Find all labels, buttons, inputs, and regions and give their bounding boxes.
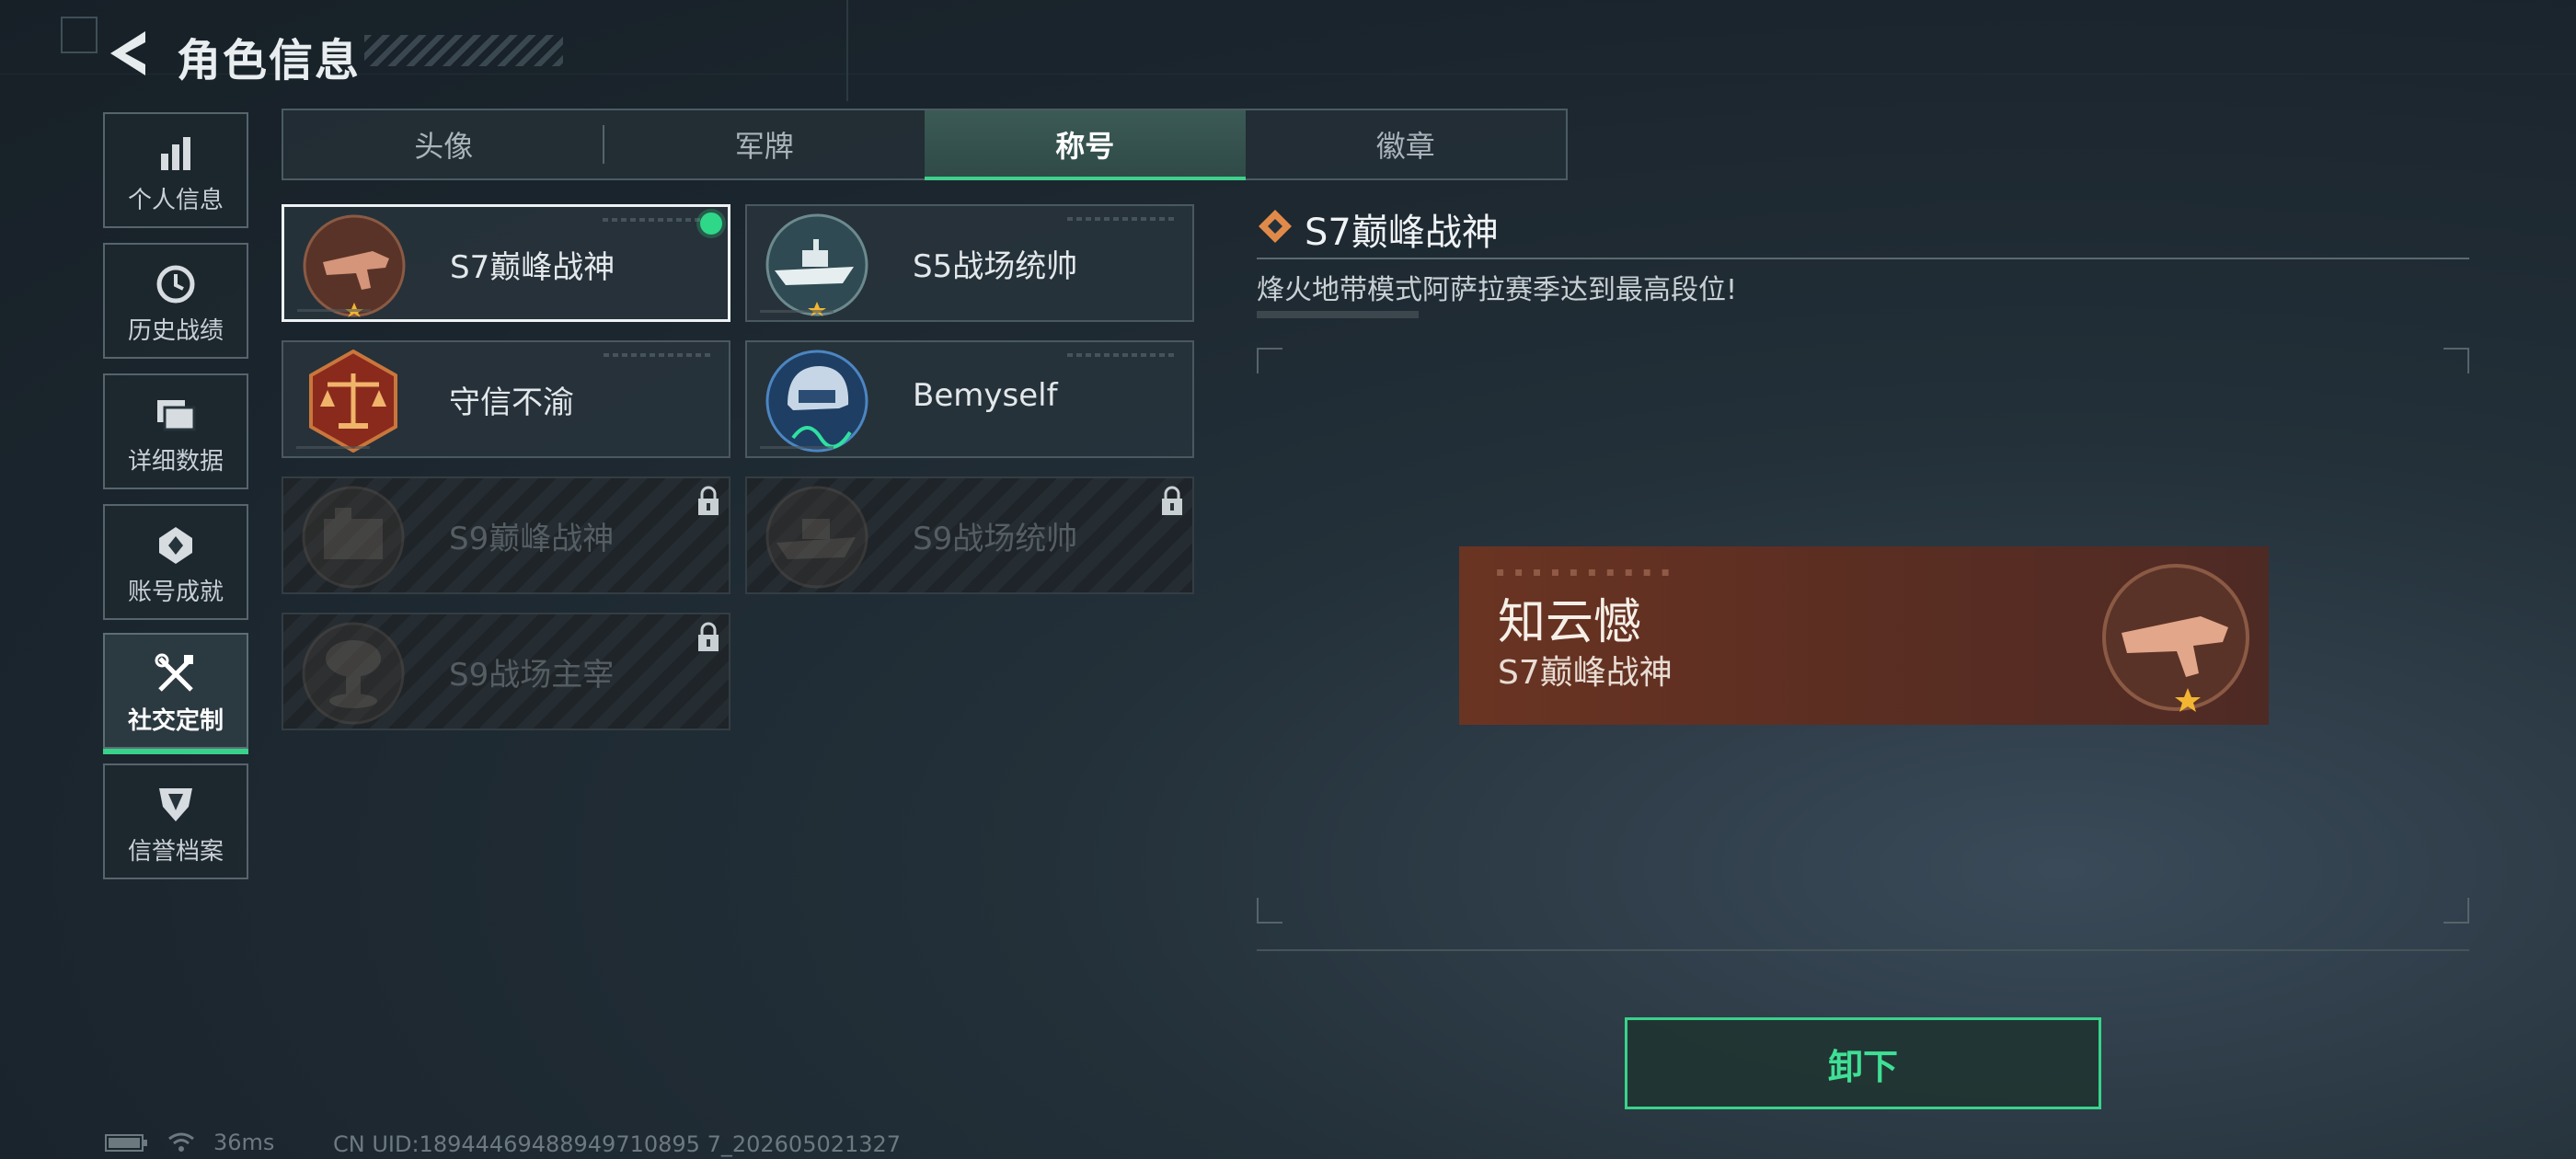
tools-icon: [155, 652, 197, 696]
detail-decoration: [1257, 311, 1419, 318]
card-decoration: [760, 310, 834, 313]
sidebar-item-label: 信誉档案: [127, 838, 224, 866]
crossbow-emblem-icon: [303, 214, 406, 317]
preview-decoration: ▪ ▪ ▪ ▪ ▪ ▪ ▪ ▪ ▪ ▪: [1496, 565, 1673, 580]
page-title: 角色信息: [177, 35, 362, 86]
card-decoration: [603, 218, 713, 222]
lock-icon: [698, 622, 719, 651]
card-decoration: [296, 446, 370, 449]
mushroom-cloud-emblem-icon: [302, 622, 405, 725]
title-decoration: [364, 35, 563, 66]
title-card-s9-peak[interactable]: S9巅峰战神: [282, 476, 730, 594]
title-card-s7-peak[interactable]: S7巅峰战神: [282, 204, 730, 322]
scales-emblem-icon: [309, 350, 397, 453]
card-decoration: [297, 309, 371, 312]
sidebar-item-label: 个人信息: [127, 187, 224, 214]
back-arrow-icon: [110, 31, 145, 75]
sidebar-item-achievements[interactable]: 账号成就: [103, 504, 248, 620]
sidebar-item-credit-record[interactable]: 信誉档案: [103, 763, 248, 879]
equipped-indicator: [700, 212, 722, 235]
active-indicator: [103, 749, 248, 754]
warship-emblem-icon: [765, 213, 868, 316]
card-decoration: [760, 446, 834, 449]
title-name: S9战场统帅: [913, 521, 1078, 557]
battery-icon: [105, 1134, 147, 1152]
shield-record-icon: [155, 783, 196, 827]
sidebar-item-profile[interactable]: 个人信息: [103, 112, 248, 228]
achievement-badge-icon: [155, 523, 196, 568]
fortress-emblem-icon: [302, 486, 405, 589]
lock-icon: [1162, 486, 1182, 515]
sidebar-item-history[interactable]: 历史战绩: [103, 243, 248, 359]
sidebar-item-details[interactable]: 详细数据: [103, 373, 248, 489]
tab-bar: 头像 军牌 称号 徽章: [282, 109, 1568, 180]
tab-badge[interactable]: 徽章: [1246, 110, 1567, 178]
title-name: S7巅峰战神: [450, 249, 615, 286]
bar-chart-icon: [157, 132, 194, 176]
crossbow-emblem-icon: [2102, 564, 2249, 712]
title-name: S5战场统帅: [913, 248, 1078, 285]
title-card-s9-commander[interactable]: S9战场统帅: [745, 476, 1194, 594]
card-decoration: [604, 353, 714, 357]
title-name: 守信不渝: [449, 384, 574, 421]
uid-text: CN UID:18944469488949710895 7_2026050213…: [333, 1131, 902, 1157]
title-card-s9-dominator[interactable]: S9战场主宰: [282, 613, 730, 730]
wifi-icon: [168, 1132, 194, 1152]
sidebar-item-label: 社交定制: [127, 707, 224, 735]
sidebar-item-social-custom[interactable]: 社交定制: [103, 633, 248, 754]
preview-title: S7巅峰战神: [1498, 654, 1673, 692]
tab-title[interactable]: 称号: [925, 110, 1246, 180]
tab-avatar[interactable]: 头像: [283, 110, 604, 178]
title-name: S9巅峰战神: [449, 521, 615, 557]
title-name: Bemyself: [913, 377, 1058, 414]
detail-title: S7巅峰战神: [1305, 212, 1499, 254]
title-name: S9战场主宰: [449, 657, 615, 694]
sidebar-item-label: 历史战绩: [127, 317, 224, 345]
lock-icon: [698, 486, 719, 515]
detail-description: 烽火地带模式阿萨拉赛季达到最高段位!: [1257, 274, 1738, 306]
title-card-trustworthy[interactable]: 守信不渝: [282, 340, 730, 458]
card-decoration: [1067, 217, 1178, 221]
card-decoration: [1067, 353, 1178, 357]
folder-icon: [155, 393, 196, 437]
title-diamond-icon: [1259, 210, 1292, 243]
detail-divider: [1257, 258, 2469, 259]
history-clock-icon: [155, 262, 196, 306]
ping-text: 36ms: [213, 1130, 275, 1155]
battleship-emblem-icon: [765, 486, 868, 589]
sidebar-item-label: 账号成就: [127, 579, 224, 606]
tab-dog-tag[interactable]: 军牌: [604, 110, 926, 178]
title-card-s5-commander[interactable]: S5战场统帅: [745, 204, 1194, 322]
status-bar: 36ms: [105, 1130, 274, 1155]
title-preview-card: ▪ ▪ ▪ ▪ ▪ ▪ ▪ ▪ ▪ ▪ 知云憾 S7巅峰战神: [1459, 546, 2269, 725]
corner-mark: [61, 17, 98, 53]
preview-player-name: 知云憾: [1498, 595, 1642, 650]
unequip-button[interactable]: 卸下: [1625, 1017, 2101, 1109]
title-card-bemyself[interactable]: Bemyself: [745, 340, 1194, 458]
sidebar-item-label: 详细数据: [127, 448, 224, 476]
helmet-emblem-icon: [765, 350, 868, 453]
back-button[interactable]: [103, 28, 158, 79]
